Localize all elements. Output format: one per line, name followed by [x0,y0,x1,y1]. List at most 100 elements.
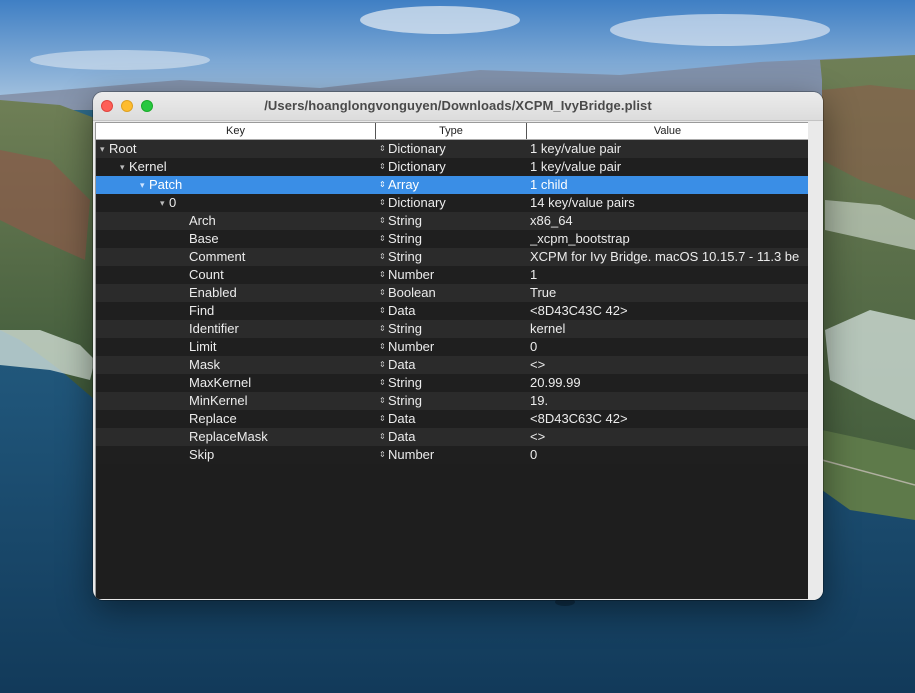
key-label: Count [189,267,224,282]
updown-arrows-icon: ⇕ [379,450,386,459]
key-cell[interactable]: MaxKernel [96,374,376,392]
value-cell[interactable]: x86_64 [530,212,808,230]
key-cell[interactable]: ▾ Kernel [96,158,376,176]
key-cell[interactable]: Mask [96,356,376,374]
plist-row-kernel[interactable]: ▾ Kernel ⇕ Dictionary 1 key/value pair [96,158,808,176]
value-cell[interactable]: kernel [530,320,808,338]
updown-arrows-icon: ⇕ [379,396,386,405]
type-popup[interactable]: ⇕ Array [379,176,524,194]
key-cell[interactable]: Find [96,302,376,320]
plist-row-comment[interactable]: Comment ⇕ String XCPM for Ivy Bridge. macOS… [96,248,808,266]
type-popup[interactable]: ⇕ String [379,374,524,392]
key-cell[interactable]: ▾ Patch [96,176,376,194]
updown-arrows-icon: ⇕ [379,306,386,315]
key-cell[interactable]: Count [96,266,376,284]
value-cell[interactable]: True [530,284,808,302]
plist-row-arch[interactable]: Arch ⇕ String x86_64 [96,212,808,230]
key-cell[interactable]: ▾ Root [96,140,376,158]
key-label: Base [189,231,219,246]
key-cell[interactable]: Arch [96,212,376,230]
type-popup[interactable]: ⇕ Number [379,446,524,464]
type-popup[interactable]: ⇕ Data [379,428,524,446]
updown-arrows-icon: ⇕ [379,162,386,171]
plist-row-root[interactable]: ▾ Root ⇕ Dictionary 1 key/value pair [96,140,808,158]
plist-row-find[interactable]: Find ⇕ Data <8D43C43C 42> [96,302,808,320]
key-cell[interactable]: ReplaceMask [96,428,376,446]
type-popup[interactable]: ⇕ Data [379,410,524,428]
value-cell[interactable]: <8D43C63C 42> [530,410,808,428]
type-popup[interactable]: ⇕ Number [379,266,524,284]
plist-row-enabled[interactable]: Enabled ⇕ Boolean True [96,284,808,302]
key-cell[interactable]: Limit [96,338,376,356]
key-cell[interactable]: Comment [96,248,376,266]
key-label: ReplaceMask [189,429,268,444]
value-cell[interactable]: _xcpm_bootstrap [530,230,808,248]
updown-arrows-icon: ⇕ [379,216,386,225]
value-cell[interactable]: 1 key/value pair [530,158,808,176]
value-cell[interactable]: 0 [530,338,808,356]
type-popup[interactable]: ⇕ Boolean [379,284,524,302]
type-popup[interactable]: ⇕ Dictionary [379,158,524,176]
type-popup[interactable]: ⇕ Dictionary [379,194,524,212]
plist-row-base[interactable]: Base ⇕ String _xcpm_bootstrap [96,230,808,248]
plist-row-0[interactable]: ▾ 0 ⇕ Dictionary 14 key/value pairs [96,194,808,212]
type-popup[interactable]: ⇕ String [379,230,524,248]
column-header-key[interactable]: Key [96,123,376,139]
value-cell[interactable]: 20.99.99 [530,374,808,392]
plist-row-maxkernel[interactable]: MaxKernel ⇕ String 20.99.99 [96,374,808,392]
plist-row-skip[interactable]: Skip ⇕ Number 0 [96,446,808,464]
updown-arrows-icon: ⇕ [379,324,386,333]
value-cell[interactable]: 1 key/value pair [530,140,808,158]
type-popup[interactable]: ⇕ Data [379,302,524,320]
updown-arrows-icon: ⇕ [379,432,386,441]
plist-outline-view[interactable]: Key Type Value ▾ Root ⇕ Dictionary 1 key/val… [95,122,808,599]
column-header-value[interactable]: Value [527,123,808,139]
type-popup[interactable]: ⇕ String [379,320,524,338]
plist-row-patch[interactable]: ▾ Patch ⇕ Array 1 child [96,176,808,194]
value-cell[interactable]: 0 [530,446,808,464]
key-label: Arch [189,213,216,228]
updown-arrows-icon: ⇕ [379,360,386,369]
key-label: Enabled [189,285,237,300]
key-cell[interactable]: Identifier [96,320,376,338]
type-label: String [388,321,422,336]
key-cell[interactable]: Enabled [96,284,376,302]
type-popup[interactable]: ⇕ Number [379,338,524,356]
value-cell[interactable]: 1 child [530,176,808,194]
value-cell[interactable]: 14 key/value pairs [530,194,808,212]
updown-arrows-icon: ⇕ [379,198,386,207]
plist-row-replacemask[interactable]: ReplaceMask ⇕ Data <> [96,428,808,446]
value-cell[interactable]: 19. [530,392,808,410]
updown-arrows-icon: ⇕ [379,270,386,279]
type-popup[interactable]: ⇕ String [379,212,524,230]
type-label: Data [388,357,416,372]
type-label: Number [388,339,435,354]
key-cell[interactable]: ▾ 0 [96,194,376,212]
column-header-type[interactable]: Type [376,123,527,139]
value-cell[interactable]: 1 [530,266,808,284]
type-popup[interactable]: ⇕ String [379,392,524,410]
plist-row-count[interactable]: Count ⇕ Number 1 [96,266,808,284]
plist-row-replace[interactable]: Replace ⇕ Data <8D43C63C 42> [96,410,808,428]
value-cell[interactable]: XCPM for Ivy Bridge. macOS 10.15.7 - 11.… [530,248,808,266]
plist-row-minkernel[interactable]: MinKernel ⇕ String 19. [96,392,808,410]
updown-arrows-icon: ⇕ [379,234,386,243]
value-cell[interactable]: <> [530,356,808,374]
key-cell[interactable]: Replace [96,410,376,428]
key-cell[interactable]: Base [96,230,376,248]
value-cell[interactable]: <> [530,428,808,446]
plist-row-mask[interactable]: Mask ⇕ Data <> [96,356,808,374]
key-label: Find [189,303,215,318]
key-cell[interactable]: Skip [96,446,376,464]
type-popup[interactable]: ⇕ Dictionary [379,140,524,158]
plist-row-limit[interactable]: Limit ⇕ Number 0 [96,338,808,356]
updown-arrows-icon: ⇕ [379,342,386,351]
key-cell[interactable]: MinKernel [96,392,376,410]
window-titlebar[interactable]: /Users/hoanglongvonguyen/Downloads/XCPM_… [93,92,823,121]
updown-arrows-icon: ⇕ [379,288,386,297]
value-cell[interactable]: <8D43C43C 42> [530,302,808,320]
type-popup[interactable]: ⇕ String [379,248,524,266]
updown-arrows-icon: ⇕ [379,252,386,261]
type-popup[interactable]: ⇕ Data [379,356,524,374]
plist-row-identifier[interactable]: Identifier ⇕ String kernel [96,320,808,338]
